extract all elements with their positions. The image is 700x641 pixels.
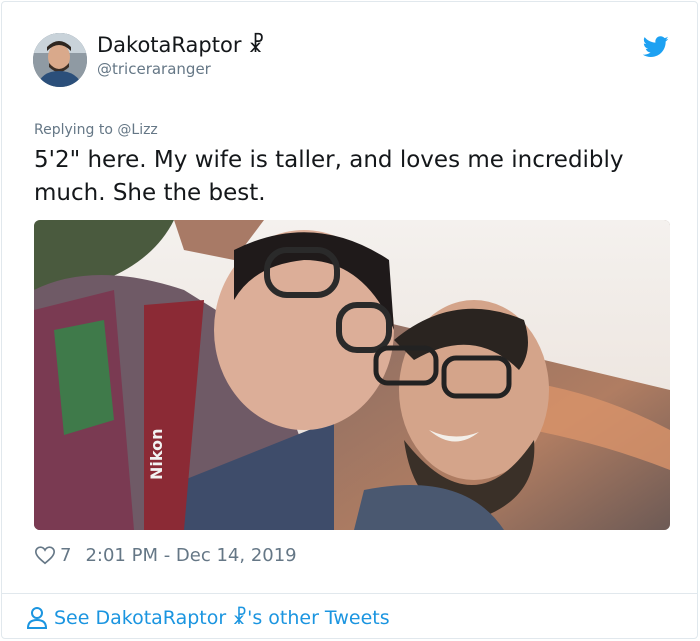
tweet-card: DakotaRaptor ☧ @triceraranger Replying t… [1,1,698,639]
replying-to: Replying to @Lizz [34,122,158,138]
footer-divider [2,593,697,594]
like-count[interactable]: 7 [60,545,71,566]
person-icon [26,607,48,629]
replying-prefix: Replying to [34,122,118,138]
author-avatar[interactable] [33,33,87,87]
tweet-photo[interactable]: Nikon [34,220,670,530]
see-other-tweets-text[interactable]: See DakotaRaptor ☧'s other Tweets [54,607,390,629]
author-display-name[interactable]: DakotaRaptor ☧ [97,33,265,57]
tweet-meta: 7 2:01 PM - Dec 14, 2019 [34,542,297,568]
tweet-text: 5'2" here. My wife is taller, and loves … [34,147,624,206]
heart-icon[interactable] [34,544,56,566]
author-handle[interactable]: @triceraranger [97,60,211,78]
replying-mention-link[interactable]: @Lizz [117,122,157,138]
tweet-timestamp[interactable]: 2:01 PM - Dec 14, 2019 [85,545,296,566]
twitter-bird-icon[interactable] [643,35,669,59]
see-other-tweets-link[interactable]: See DakotaRaptor ☧'s other Tweets [26,603,390,633]
svg-text:Nikon: Nikon [147,429,166,480]
